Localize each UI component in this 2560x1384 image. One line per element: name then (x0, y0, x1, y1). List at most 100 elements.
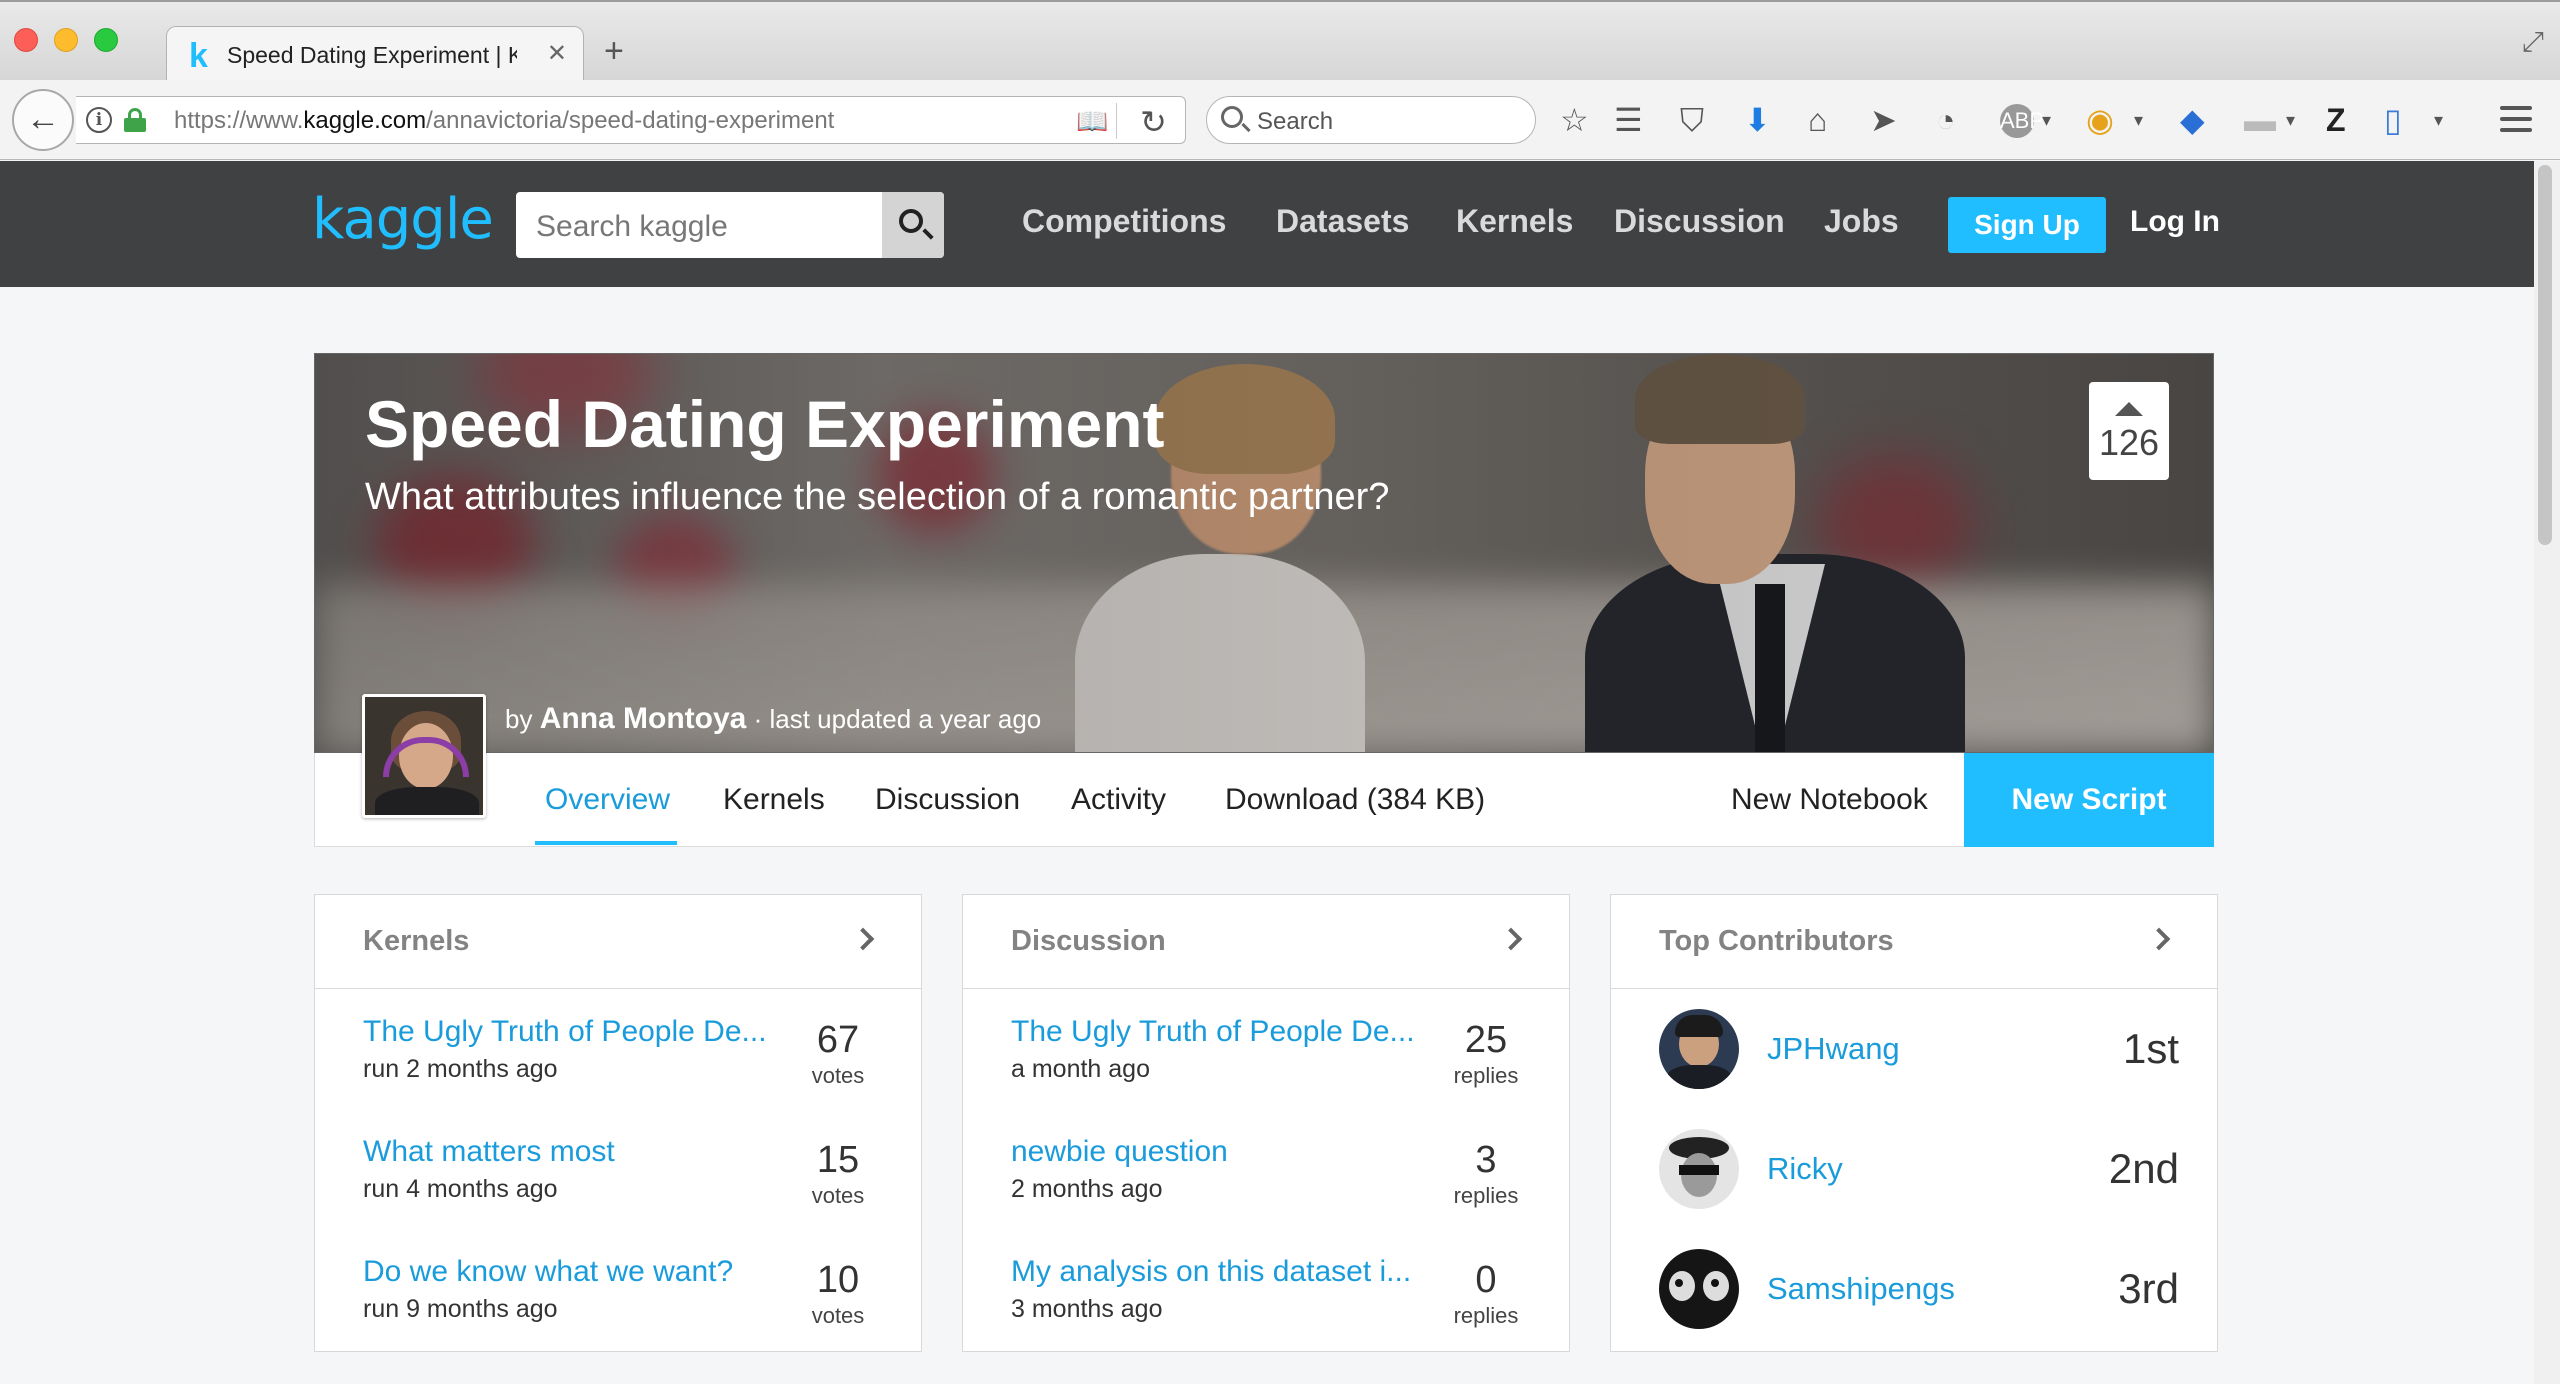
contributor-avatar[interactable] (1659, 1249, 1739, 1329)
dataset-subtitle: What attributes influence the selection … (365, 476, 1390, 518)
discussion-replies: 3 (1475, 1139, 1497, 1181)
contributor-row[interactable]: Samshipengs 3rd (1659, 1249, 2179, 1333)
address-bar[interactable]: i https://www.kaggle.com/annavictoria/sp… (76, 96, 1186, 144)
discussion-item[interactable]: My analysis on this dataset i... 3 month… (1011, 1255, 1531, 1355)
document-icon[interactable]: ▯ (2384, 100, 2402, 140)
browser-search-input[interactable]: Search (1206, 96, 1536, 144)
reading-list-icon[interactable]: ☰ (1614, 100, 1643, 140)
contributor-avatar[interactable] (1659, 1009, 1739, 1089)
new-tab-button[interactable]: + (604, 32, 624, 71)
discussion-item[interactable]: newbie question 2 months ago 3 replies (1011, 1135, 1531, 1235)
discussion-card-header[interactable]: Discussion (963, 895, 1569, 989)
graduation-cap-icon[interactable]: ◆ (2180, 100, 2205, 140)
dropdown-arrow-icon[interactable]: ▾ (2434, 100, 2443, 140)
top-contributors-card: Top Contributors JPHwang 1st Ricky 2nd S… (1610, 894, 2218, 1352)
contributor-name[interactable]: JPHwang (1767, 1031, 1900, 1067)
kernel-item[interactable]: Do we know what we want? run 9 months ag… (363, 1255, 883, 1355)
extension-icon[interactable]: ◉ (2086, 100, 2114, 140)
dropdown-arrow-icon[interactable]: ▾ (2286, 100, 2295, 140)
tab-kernels[interactable]: Kernels (723, 783, 825, 817)
nav-kernels[interactable]: Kernels (1456, 203, 1573, 240)
kaggle-search-button[interactable] (882, 192, 944, 258)
upvote-button[interactable]: 126 (2089, 382, 2169, 480)
nav-competitions[interactable]: Competitions (1022, 203, 1226, 240)
bookmark-star-icon[interactable]: ☆ (1560, 100, 1589, 140)
tab-overview[interactable]: Overview (545, 783, 670, 817)
discussion-title[interactable]: The Ugly Truth of People De... (1011, 1015, 1415, 1049)
tab-activity[interactable]: Activity (1071, 783, 1166, 817)
reader-view-icon[interactable]: 📖 (1076, 106, 1108, 137)
scrollbar-thumb[interactable] (2538, 165, 2552, 545)
log-in-button[interactable]: Log In (2130, 205, 2220, 239)
contributors-card-header[interactable]: Top Contributors (1611, 895, 2217, 989)
page-scrollbar[interactable] (2534, 161, 2560, 1384)
contributor-name[interactable]: Samshipengs (1767, 1271, 1955, 1307)
discussion-meta: 2 months ago (1011, 1175, 1163, 1203)
window-close-button[interactable] (14, 28, 38, 52)
chevron-right-icon[interactable] (851, 927, 875, 951)
info-icon[interactable]: i (86, 107, 112, 133)
discussion-title[interactable]: My analysis on this dataset i... (1011, 1255, 1411, 1289)
kernel-item[interactable]: The Ugly Truth of People De... run 2 mon… (363, 1015, 883, 1115)
adblock-icon[interactable]: ABP (2000, 104, 2044, 138)
pocket-icon[interactable]: ⛉ (1680, 100, 1704, 140)
dataset-tabs: Overview Kernels Discussion Activity Dow… (314, 753, 2214, 847)
author-link[interactable]: Anna Montoya (540, 702, 747, 735)
kernel-votes-label: votes (811, 1183, 865, 1208)
author-avatar[interactable] (362, 694, 486, 818)
active-tab-indicator (535, 841, 677, 845)
kernel-title[interactable]: Do we know what we want? (363, 1255, 733, 1289)
tab-close-icon[interactable]: ✕ (547, 39, 567, 68)
nav-jobs[interactable]: Jobs (1824, 203, 1899, 240)
kaggle-header: kaggle Search kaggle Competitions Datase… (0, 161, 2560, 287)
contributor-avatar[interactable] (1659, 1129, 1739, 1209)
discussion-card: Discussion The Ugly Truth of People De..… (962, 894, 1570, 1352)
kernel-meta: run 4 months ago (363, 1175, 558, 1203)
chevron-right-icon[interactable] (1499, 927, 1523, 951)
kaggle-search-input[interactable]: Search kaggle (516, 192, 944, 258)
kernel-votes: 10 (816, 1259, 860, 1301)
discussion-title[interactable]: newbie question (1011, 1135, 1228, 1169)
kernel-item[interactable]: What matters most run 4 months ago 15 vo… (363, 1135, 883, 1235)
dropdown-arrow-icon[interactable]: ▾ (2042, 100, 2051, 140)
contributor-name[interactable]: Ricky (1767, 1151, 1843, 1187)
nav-datasets[interactable]: Datasets (1276, 203, 1409, 240)
card-title: Top Contributors (1659, 925, 1894, 957)
dataset-hero-banner: Speed Dating Experiment What attributes … (314, 353, 2214, 753)
lock-icon[interactable] (124, 108, 146, 132)
discussion-replies-label: replies (1453, 1183, 1519, 1208)
send-icon[interactable]: ➤ (1870, 100, 1897, 140)
back-button[interactable]: ← (12, 89, 74, 151)
vote-count: 126 (2098, 422, 2160, 463)
sign-up-button[interactable]: Sign Up (1948, 197, 2106, 253)
tab-discussion[interactable]: Discussion (875, 783, 1020, 817)
reload-icon[interactable]: ↻ (1140, 103, 1167, 141)
history-icon[interactable]: ◔ (1936, 100, 1955, 140)
new-notebook-button[interactable]: New Notebook (1731, 783, 1928, 817)
folder-icon[interactable]: ▬ (2244, 100, 2276, 140)
kernels-card-header[interactable]: Kernels (315, 895, 921, 989)
nav-discussion[interactable]: Discussion (1614, 203, 1785, 240)
window-maximize-button[interactable] (94, 28, 118, 52)
menu-icon[interactable] (2500, 106, 2532, 132)
discussion-item[interactable]: The Ugly Truth of People De... a month a… (1011, 1015, 1531, 1115)
contributor-row[interactable]: Ricky 2nd (1659, 1129, 2179, 1213)
tab-download[interactable]: Download (384 KB) (1225, 783, 1485, 817)
new-script-button[interactable]: New Script (1964, 753, 2214, 847)
kaggle-logo[interactable]: kaggle (312, 187, 494, 252)
window-minimize-button[interactable] (54, 28, 78, 52)
kernel-title[interactable]: The Ugly Truth of People De... (363, 1015, 767, 1049)
home-icon[interactable]: ⌂ (1808, 100, 1827, 140)
tab-title: Speed Dating Experiment | K (227, 42, 517, 68)
browser-toolbar: ← i https://www.kaggle.com/annavictoria/… (0, 80, 2560, 160)
download-icon[interactable]: ⬇ (1744, 100, 1771, 140)
zotero-icon[interactable]: Z (2326, 100, 2346, 140)
contributor-row[interactable]: JPHwang 1st (1659, 1009, 2179, 1093)
dropdown-arrow-icon[interactable]: ▾ (2134, 100, 2143, 140)
fullscreen-icon[interactable]: ⤢ (2522, 26, 2544, 59)
browser-tab[interactable]: k Speed Dating Experiment | K ✕ (166, 26, 584, 84)
kernel-votes: 67 (816, 1019, 860, 1061)
kernel-title[interactable]: What matters most (363, 1135, 615, 1169)
url-text[interactable]: https://www.kaggle.com/annavictoria/spee… (174, 107, 834, 135)
chevron-right-icon[interactable] (2147, 927, 2171, 951)
